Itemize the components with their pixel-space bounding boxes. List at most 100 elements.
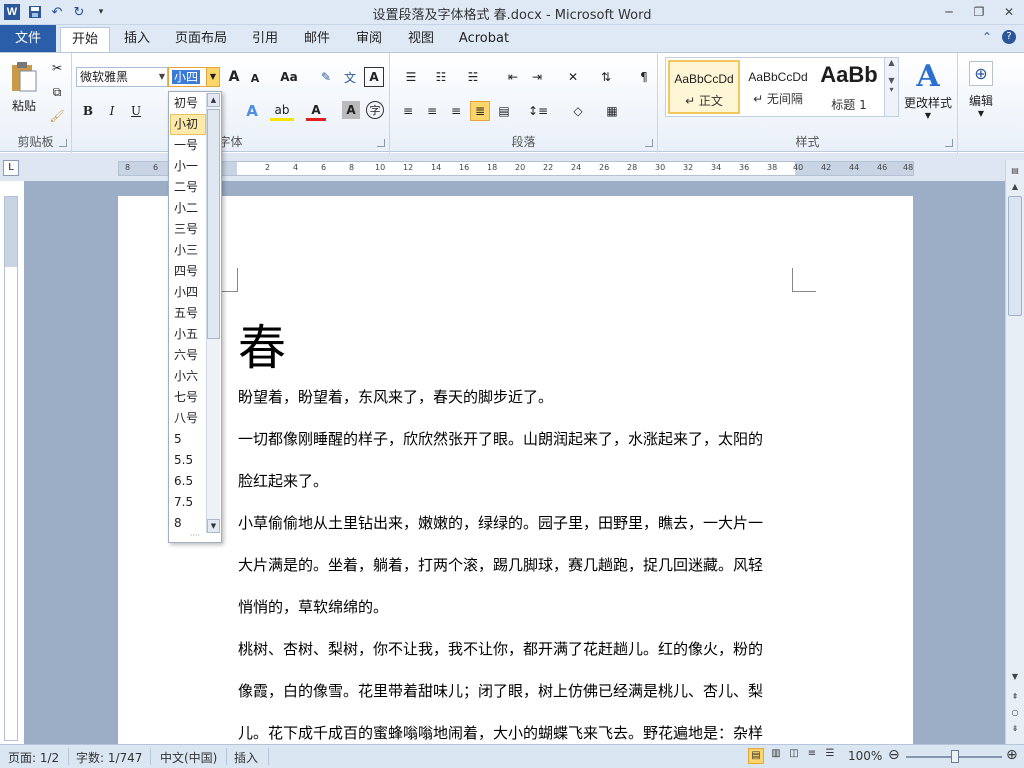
styles-gallery-scroll[interactable]: ▲ ▼ ▾ <box>884 58 898 116</box>
change-case-button[interactable]: Aa <box>276 67 302 87</box>
borders-icon[interactable]: ▦ <box>600 101 624 121</box>
font-size-dropdown-icon[interactable]: ▼ <box>206 67 220 87</box>
multilevel-list-icon[interactable]: ☵ <box>460 67 486 87</box>
style-normal[interactable]: AaBbCcDd ↵ 正文 <box>668 60 740 114</box>
styles-launcher-icon[interactable] <box>945 139 953 147</box>
font-size-option[interactable]: 小一 <box>170 156 206 177</box>
web-layout-icon[interactable]: ◫ <box>786 748 802 764</box>
tab-page-layout[interactable]: 页面布局 <box>168 27 234 52</box>
zoom-level[interactable]: 100% <box>848 749 882 763</box>
font-size-option[interactable]: 6.5 <box>170 471 206 492</box>
style-no-spacing[interactable]: AaBbCcDd ↵ 无间隔 <box>742 60 814 114</box>
font-size-option[interactable]: 7.5 <box>170 492 206 513</box>
character-border-icon[interactable]: A <box>364 67 384 87</box>
insert-mode[interactable]: 插入 <box>234 749 258 766</box>
font-size-option[interactable]: 小三 <box>170 240 206 261</box>
tab-selector-icon[interactable]: L <box>3 160 19 176</box>
font-size-option[interactable]: 5.5 <box>170 450 206 471</box>
vertical-ruler[interactable] <box>4 196 18 741</box>
previous-page-icon[interactable]: ⇞ <box>1008 690 1022 704</box>
show-marks-icon[interactable]: ¶ <box>634 67 654 87</box>
enclose-characters-icon[interactable]: 字 <box>366 101 384 119</box>
outline-icon[interactable]: ≡ <box>804 748 820 764</box>
font-size-option[interactable]: 八号 <box>170 408 206 429</box>
scroll-thumb[interactable] <box>1008 196 1022 316</box>
next-page-icon[interactable]: ⇟ <box>1008 722 1022 736</box>
chinese-layout-icon[interactable]: ✕ <box>560 67 586 87</box>
view-ruler-icon[interactable]: ▤ <box>1008 164 1022 178</box>
tab-acrobat[interactable]: Acrobat <box>452 27 516 52</box>
increase-indent-icon[interactable]: ⇥ <box>526 67 548 87</box>
scroll-up-icon[interactable]: ▲ <box>207 93 220 107</box>
decrease-indent-icon[interactable]: ⇤ <box>502 67 524 87</box>
paragraph-line[interactable]: 盼望着，盼望着，东风来了，春天的脚步近了。 <box>238 376 798 418</box>
font-size-option[interactable]: 小二 <box>170 198 206 219</box>
font-size-option[interactable]: 小四 <box>170 282 206 303</box>
help-icon[interactable]: ? <box>1002 30 1016 44</box>
distributed-icon[interactable]: ▤ <box>494 101 514 121</box>
shading-icon[interactable]: ◇ <box>566 101 590 121</box>
tab-references[interactable]: 引用 <box>242 27 288 52</box>
paragraph-line[interactable]: 小草偷偷地从土里钻出来，嫩嫩的，绿绿的。园子里，田野里，瞧去，一大片一 <box>238 502 798 544</box>
scroll-thumb[interactable] <box>207 109 220 339</box>
text-effects-icon[interactable]: A <box>240 101 264 121</box>
font-launcher-icon[interactable] <box>377 139 385 147</box>
paragraph-line[interactable]: 脸红起来了。 <box>238 460 798 502</box>
bullets-icon[interactable]: ☰ <box>398 67 424 87</box>
close-icon[interactable]: ✕ <box>994 0 1024 24</box>
highlight-icon[interactable]: ab <box>270 101 294 121</box>
scroll-down-icon[interactable]: ▼ <box>207 519 220 533</box>
minimize-ribbon-icon[interactable]: ⌃ <box>982 30 992 44</box>
character-shading-icon[interactable]: A <box>342 101 360 119</box>
font-size-combo[interactable]: 小四 ▼ <box>168 67 220 87</box>
font-size-option[interactable]: 小六 <box>170 366 206 387</box>
tab-view[interactable]: 视图 <box>398 27 444 52</box>
font-family-combo[interactable]: 微软雅黑 ▼ <box>76 67 168 87</box>
paragraph-line[interactable]: 悄悄的，草软绵绵的。 <box>238 586 798 628</box>
paragraph-line[interactable]: 儿。花下成千成百的蜜蜂嗡嗡地闹着，大小的蝴蝶飞来飞去。野花遍地是：杂样 <box>238 712 798 744</box>
tab-review[interactable]: 审阅 <box>346 27 392 52</box>
resize-grip[interactable]: ···· <box>169 532 221 542</box>
select-browse-object-icon[interactable]: ○ <box>1008 706 1022 720</box>
editing-button[interactable]: ⊕ 编辑 ▼ <box>962 57 1000 121</box>
horizontal-ruler[interactable]: 8642246810121416182022242628303234363840… <box>118 161 914 176</box>
paragraph-line[interactable]: 桃树、杏树、梨树，你不让我，我不让你，都开满了花赶趟儿。红的像火，粉的 <box>238 628 798 670</box>
font-size-scrollbar[interactable]: ▲ ▼ <box>206 93 220 533</box>
print-layout-icon[interactable]: ▤ <box>748 748 764 764</box>
tab-home[interactable]: 开始 <box>60 27 110 52</box>
word-count[interactable]: 字数: 1/747 <box>76 749 142 766</box>
paragraph-line[interactable]: 一切都像刚睡醒的样子，欣欣然张开了眼。山朗润起来了，水涨起来了，太阳的 <box>238 418 798 460</box>
phonetic-guide-icon[interactable]: 文 <box>340 67 360 87</box>
shrink-font-button[interactable]: A <box>246 69 264 87</box>
zoom-out-icon[interactable]: ⊖ <box>888 747 900 763</box>
tab-mailings[interactable]: 邮件 <box>294 27 340 52</box>
font-size-option[interactable]: 小五 <box>170 324 206 345</box>
clear-formatting-icon[interactable]: ✎ <box>316 67 336 87</box>
paste-button[interactable]: 粘贴 <box>6 57 42 117</box>
zoom-in-icon[interactable]: ⊕ <box>1006 747 1018 763</box>
copy-icon[interactable]: ⧉ <box>48 83 66 101</box>
clipboard-launcher-icon[interactable] <box>59 139 67 147</box>
zoom-slider-knob[interactable] <box>951 750 959 763</box>
tab-insert[interactable]: 插入 <box>114 27 160 52</box>
font-size-option[interactable]: 六号 <box>170 345 206 366</box>
grow-font-button[interactable]: A <box>224 67 244 87</box>
scroll-down-icon[interactable]: ▼ <box>1008 670 1022 684</box>
bold-button[interactable]: B <box>78 101 98 121</box>
font-size-option[interactable]: 五号 <box>170 303 206 324</box>
style-heading-1[interactable]: AaBb 标题 1 <box>814 60 884 114</box>
align-center-icon[interactable]: ≡ <box>422 101 442 121</box>
draft-icon[interactable]: ☰ <box>822 748 838 764</box>
change-styles-button[interactable]: A 更改样式 ▼ <box>902 57 954 121</box>
numbering-icon[interactable]: ☷ <box>428 67 454 87</box>
page-count[interactable]: 页面: 1/2 <box>8 749 59 766</box>
align-left-icon[interactable]: ≡ <box>398 101 418 121</box>
italic-button[interactable]: I <box>102 101 122 121</box>
sort-icon[interactable]: ⇅ <box>596 67 616 87</box>
tab-file[interactable]: 文件 <box>0 25 56 52</box>
scroll-up-icon[interactable]: ▲ <box>1008 180 1022 194</box>
align-right-icon[interactable]: ≡ <box>446 101 466 121</box>
font-size-option[interactable]: 三号 <box>170 219 206 240</box>
document-page[interactable]: 春 盼望着，盼望着，东风来了，春天的脚步近了。 一切都像刚睡醒的样子，欣欣然张开… <box>118 196 913 744</box>
justify-icon[interactable]: ≣ <box>470 101 490 121</box>
